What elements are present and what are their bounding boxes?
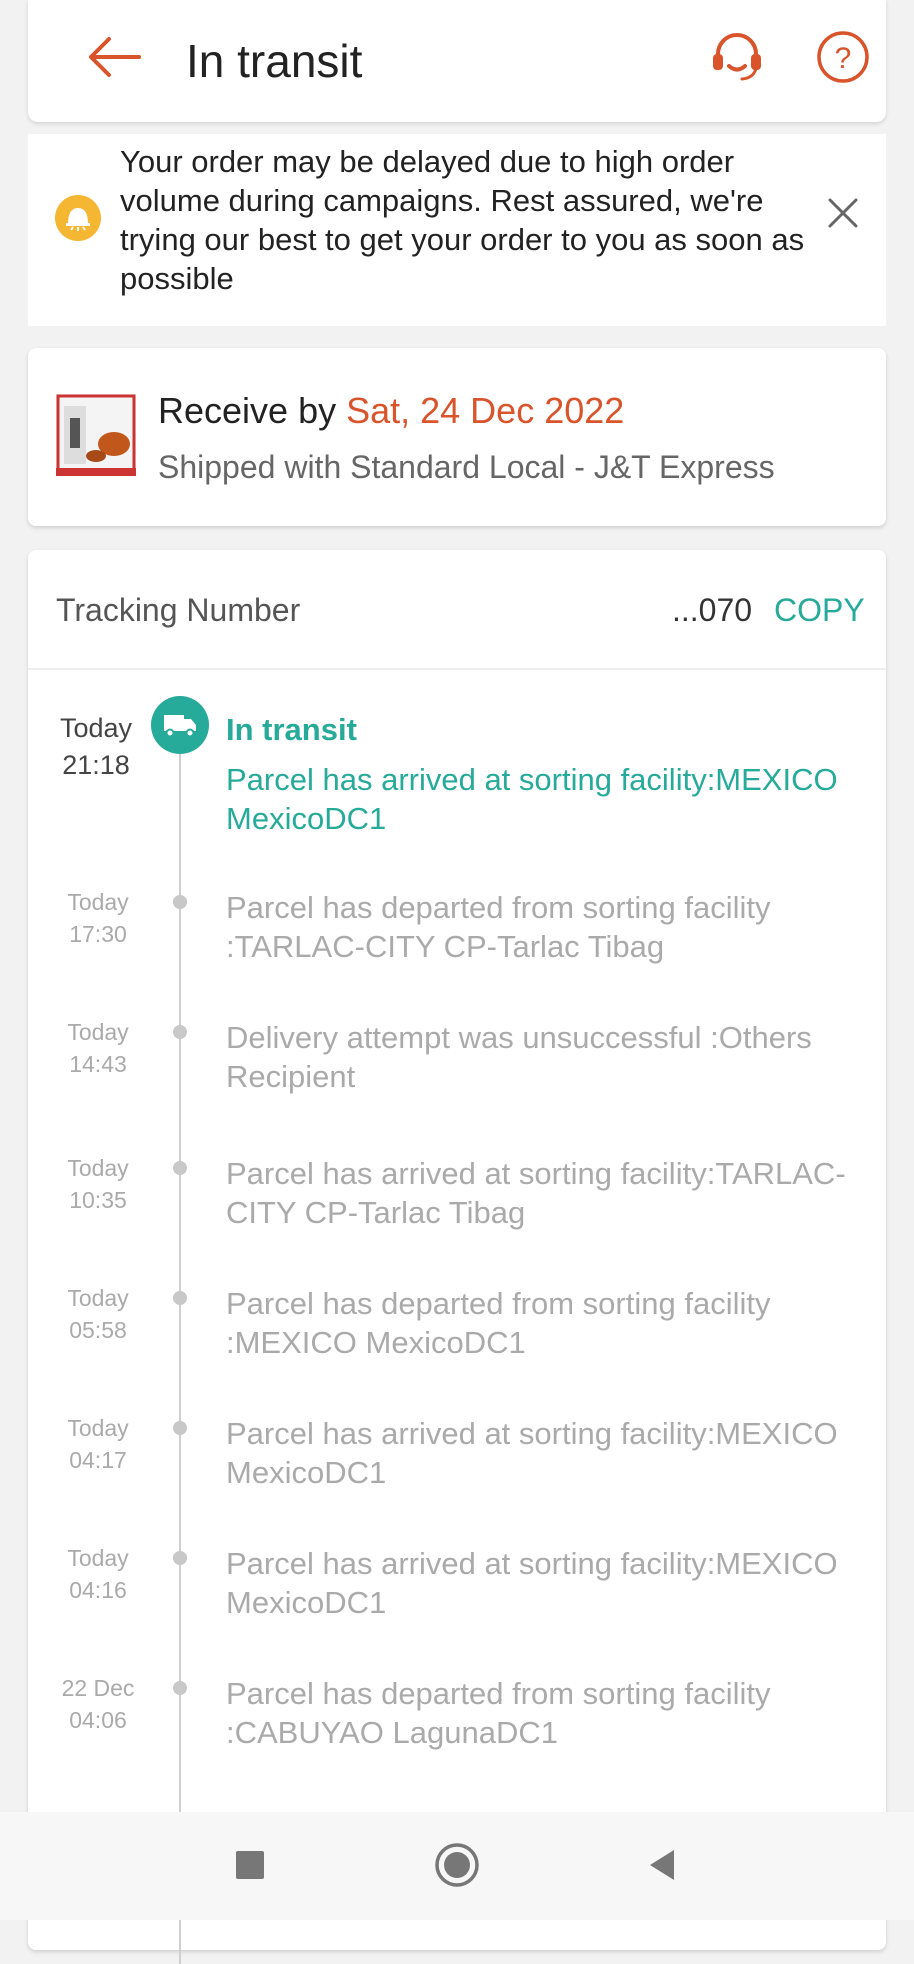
back-icon[interactable]: [638, 1840, 688, 1890]
event-time: Today 10:35: [38, 1152, 158, 1216]
timeline-dot: [173, 895, 187, 909]
timeline-dot: [173, 1551, 187, 1565]
event-clock: 21:18: [62, 750, 130, 780]
event-clock: 10:35: [69, 1187, 127, 1213]
receive-by-label: Receive by: [158, 390, 347, 431]
truck-icon: [151, 696, 209, 754]
delivery-estimate-card[interactable]: Receive by Sat, 24 Dec 2022 Shipped with…: [28, 348, 886, 526]
event-text: Parcel has departed from sorting facilit…: [226, 1676, 771, 1750]
event-clock: 04:17: [69, 1447, 127, 1473]
delay-notice: Your order may be delayed due to high or…: [28, 134, 886, 326]
tracking-number-value: ...070: [672, 592, 753, 628]
event-clock: 17:30: [69, 921, 127, 947]
timeline-dot: [173, 1025, 187, 1039]
event-time: Today 17:30: [38, 886, 158, 950]
event-day: Today: [67, 1415, 129, 1441]
event-status: In transit: [226, 712, 357, 747]
event-clock: 04:06: [69, 1707, 127, 1733]
product-thumbnail: [56, 394, 136, 476]
event-day: Today: [59, 713, 133, 743]
close-icon[interactable]: [826, 196, 860, 230]
app-header: In transit ?: [28, 0, 886, 122]
shipping-method: Shipped with Standard Local - J&T Expres…: [158, 449, 775, 485]
bell-icon: [55, 195, 101, 241]
event-time: Today 21:18: [36, 710, 156, 784]
receive-by-line: Receive by Sat, 24 Dec 2022: [158, 390, 624, 432]
customer-support-icon[interactable]: [708, 30, 766, 84]
page-title: In transit: [186, 35, 363, 87]
event-day: 22 Dec: [61, 1675, 135, 1701]
event-time: Today 14:43: [38, 1016, 158, 1080]
event-day: Today: [67, 889, 129, 915]
notice-text: Your order may be delayed due to high or…: [120, 144, 805, 296]
event-text: Parcel has departed from sorting facilit…: [226, 890, 771, 964]
event-text: Delivery attempt was unsuccessful :Other…: [226, 1020, 812, 1094]
tracking-card: Tracking Number ...070 COPY Today 21:18 …: [28, 550, 886, 1964]
event-day: Today: [67, 1155, 129, 1181]
timeline-dot: [173, 1161, 187, 1175]
event-time: Today 05:58: [38, 1282, 158, 1346]
event-day: Today: [67, 1285, 129, 1311]
event-text: Parcel has arrived at sorting facility:M…: [226, 1546, 838, 1620]
event-time: Today 04:16: [38, 1542, 158, 1606]
copy-button[interactable]: COPY: [774, 592, 865, 629]
timeline-dot: [173, 1291, 187, 1305]
tracking-number-label: Tracking Number: [56, 592, 301, 628]
event-day: Today: [67, 1019, 129, 1045]
timeline-dot: [173, 1681, 187, 1695]
back-arrow-icon[interactable]: [83, 34, 143, 80]
event-text: Parcel has arrived at sorting facility:T…: [226, 1156, 846, 1230]
event-time: Today 04:17: [38, 1412, 158, 1476]
help-icon[interactable]: ?: [816, 30, 870, 84]
recent-apps-icon[interactable]: [225, 1840, 275, 1890]
event-clock: 04:16: [69, 1577, 127, 1603]
timeline-dot: [173, 1421, 187, 1435]
event-clock: 14:43: [69, 1051, 127, 1077]
home-icon[interactable]: [432, 1840, 482, 1890]
event-text: Parcel has arrived at sorting facility:M…: [226, 762, 838, 836]
event-day: Today: [67, 1545, 129, 1571]
event-time: 22 Dec 04:06: [38, 1672, 158, 1736]
divider: [28, 668, 886, 670]
receive-by-date: Sat, 24 Dec 2022: [346, 390, 625, 431]
event-text: Parcel has arrived at sorting facility:M…: [226, 1416, 838, 1490]
event-clock: 05:58: [69, 1317, 127, 1343]
system-nav-bar: [0, 1812, 914, 1920]
svg-text:?: ?: [835, 42, 852, 75]
event-text: Parcel has departed from sorting facilit…: [226, 1286, 771, 1360]
